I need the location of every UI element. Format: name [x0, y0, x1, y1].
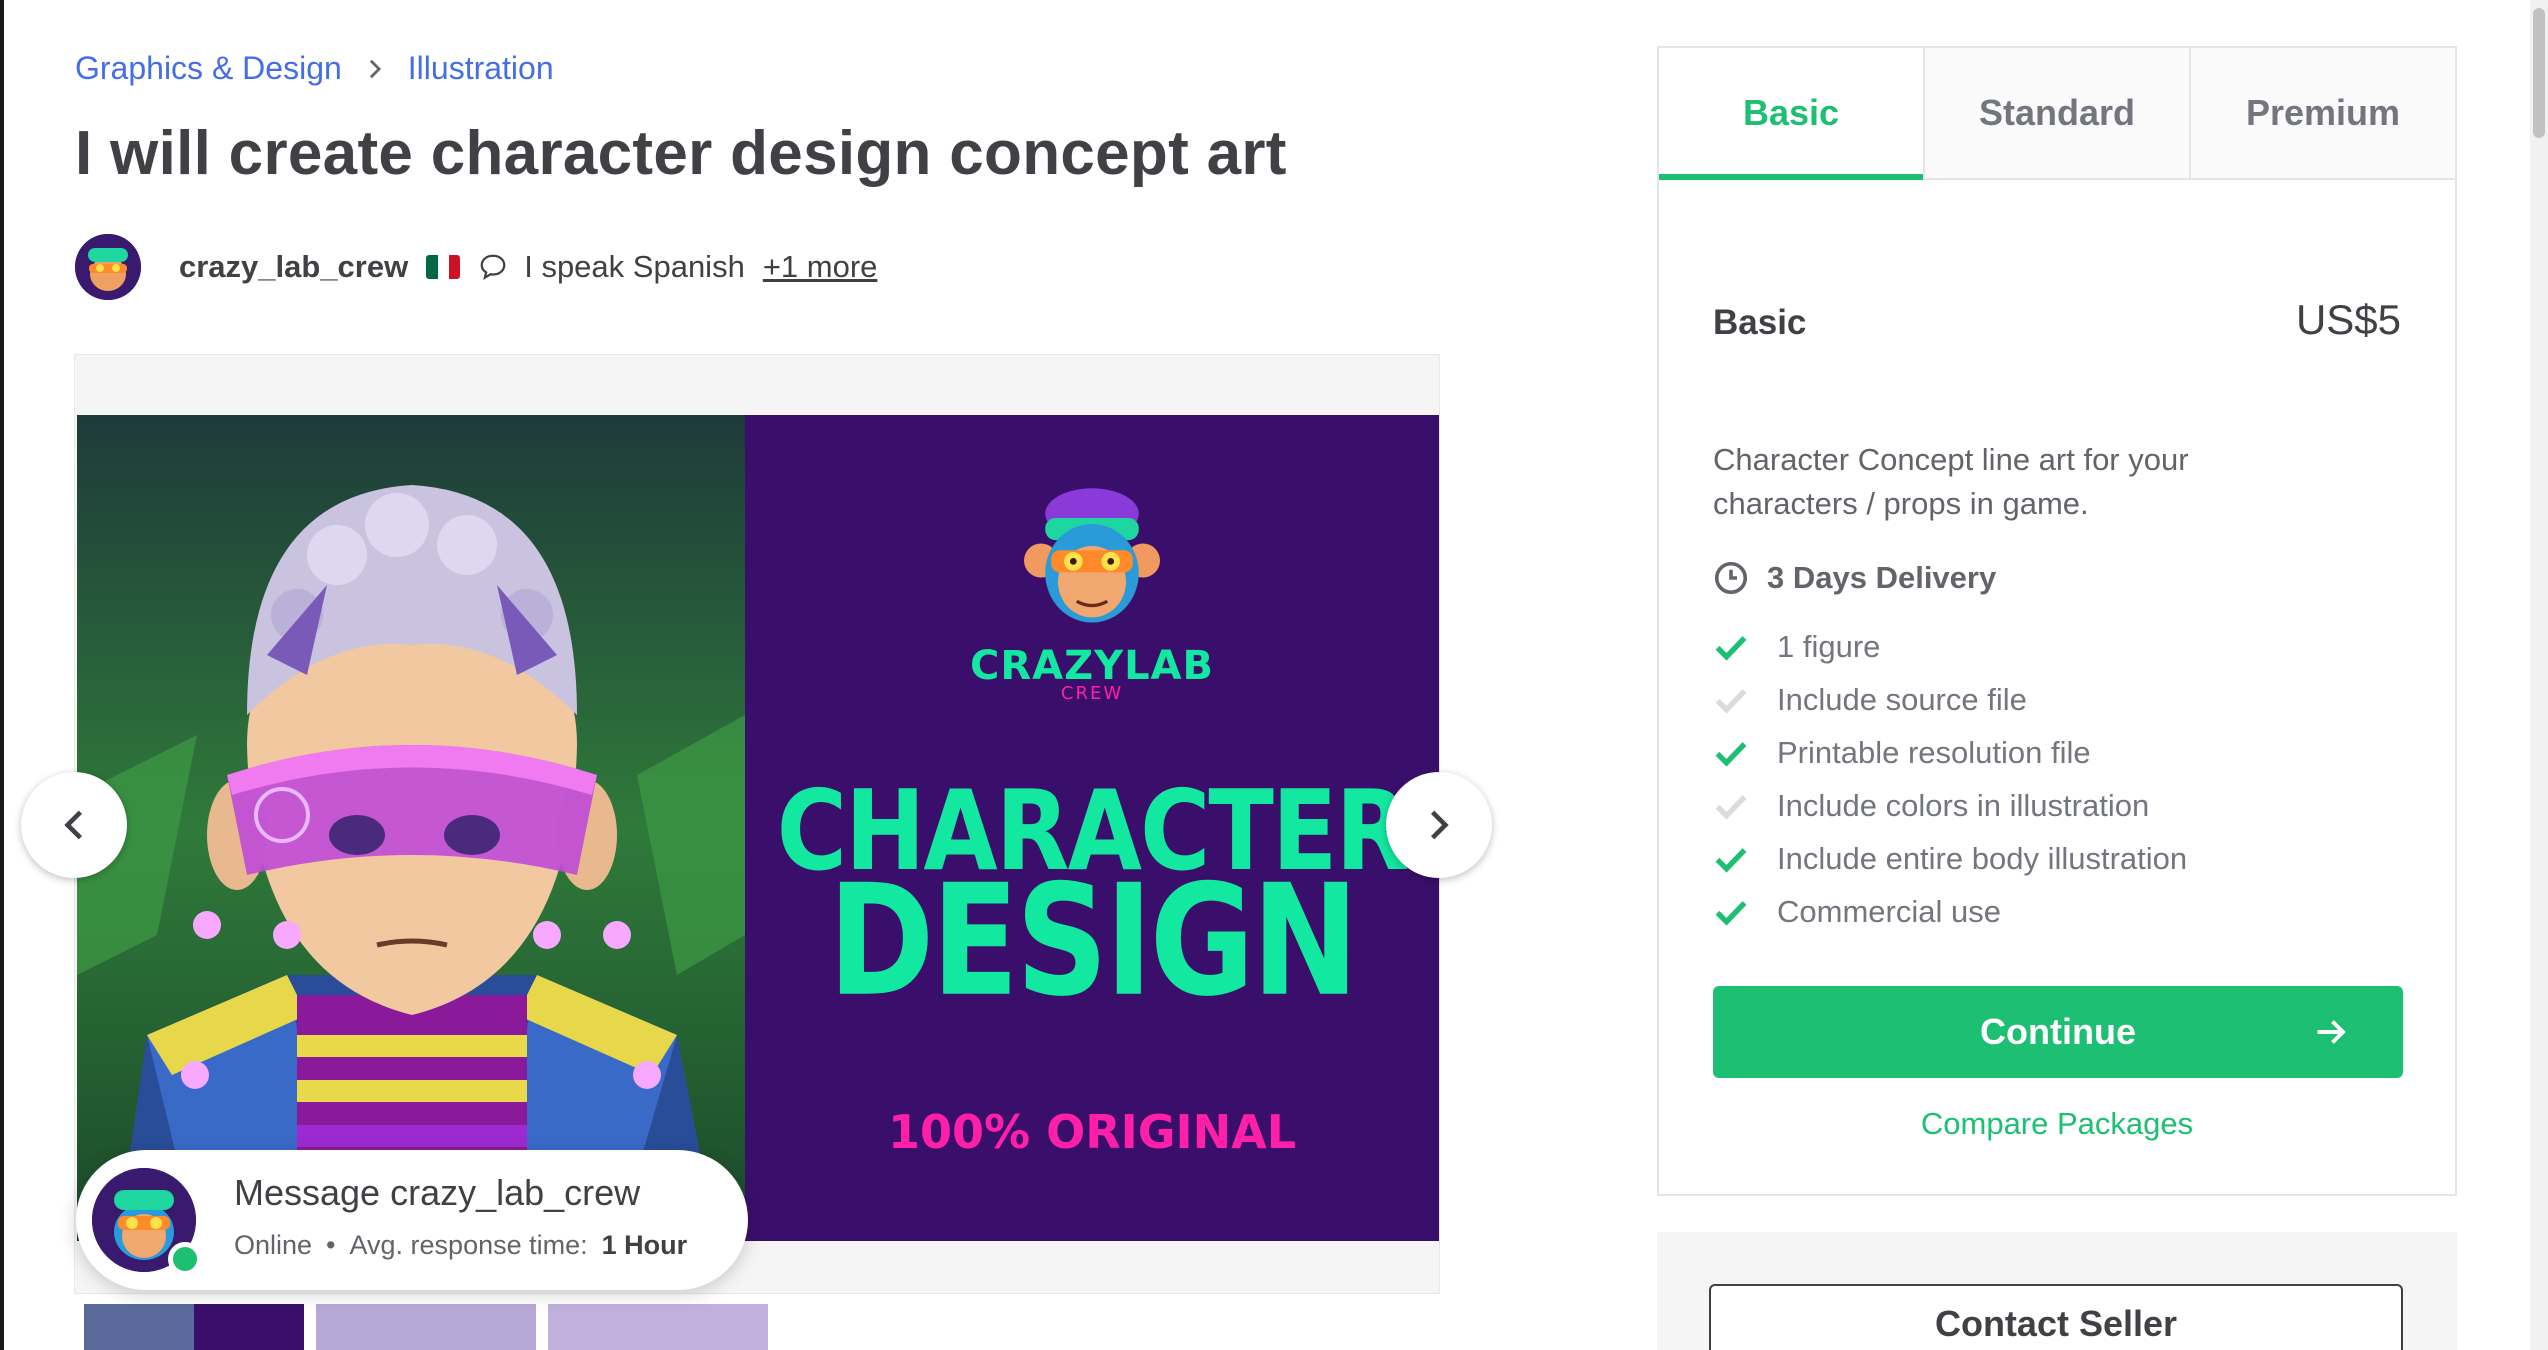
tab-basic[interactable]: Basic — [1659, 48, 1925, 180]
slide-heading-line-2: DESIGN — [828, 852, 1359, 1031]
chevron-left-icon — [64, 810, 83, 840]
package-features: 1 figure Include source file Printable r… — [1713, 620, 2187, 938]
monkey-logo-icon — [1024, 488, 1160, 623]
tab-premium[interactable]: Premium — [2191, 48, 2455, 178]
slide-tagline: 100% ORIGINAL — [887, 1105, 1297, 1159]
response-time-label: Avg. response time: — [349, 1230, 588, 1260]
window-edge — [0, 0, 4, 1350]
more-languages-link[interactable]: +1 more — [763, 249, 878, 285]
contact-seller-button[interactable]: Contact Seller — [1709, 1284, 2403, 1350]
feature-label: 1 figure — [1777, 628, 1881, 664]
feature-item: Include entire body illustration — [1713, 832, 2187, 885]
scrollbar-thumb[interactable] — [2533, 8, 2545, 138]
check-icon — [1715, 688, 1747, 714]
tab-standard[interactable]: Standard — [1925, 48, 2191, 178]
message-title: Message crazy_lab_crew — [234, 1172, 641, 1213]
feature-label: Printable resolution file — [1777, 734, 2091, 770]
separator-dot: • — [326, 1230, 336, 1260]
gallery-next-button[interactable] — [1386, 772, 1492, 878]
continue-button[interactable]: Continue — [1713, 986, 2403, 1078]
gallery-thumbnails — [84, 1304, 768, 1350]
message-seller-bubble[interactable]: Message crazy_lab_crew Online • Avg. res… — [76, 1150, 748, 1290]
chevron-right-icon — [1430, 810, 1449, 840]
response-time-value: 1 Hour — [601, 1230, 688, 1260]
gallery-thumbnail[interactable] — [548, 1304, 768, 1350]
package-panel: Basic Standard Premium Basic US$5 Charac… — [1657, 46, 2457, 1196]
mexico-flag-icon — [426, 255, 461, 279]
contact-section: Contact Seller — [1657, 1232, 2457, 1350]
feature-item: Commercial use — [1713, 885, 2187, 938]
feature-label: Commercial use — [1777, 893, 2001, 929]
delivery-time: 3 Days Delivery — [1713, 560, 1996, 596]
gig-title: I will create character design concept a… — [75, 119, 1287, 188]
speech-bubble-icon — [480, 254, 506, 280]
gallery-prev-button[interactable] — [21, 772, 127, 878]
chevron-right-icon — [369, 59, 381, 78]
breadcrumb: Graphics & Design Illustration — [75, 50, 554, 87]
feature-item: Include colors in illustration — [1713, 779, 2187, 832]
package-name: Basic — [1713, 303, 1807, 342]
check-icon — [1715, 900, 1747, 926]
check-icon — [1715, 741, 1747, 767]
seller-overview: crazy_lab_crew I speak Spanish +1 more — [75, 232, 877, 302]
gallery-thumbnail[interactable] — [316, 1304, 536, 1350]
seller-avatar[interactable] — [75, 234, 141, 300]
compare-packages-link[interactable]: Compare Packages — [1659, 1106, 2455, 1142]
breadcrumb-subcategory-link[interactable]: Illustration — [408, 50, 554, 87]
check-icon — [1715, 794, 1747, 820]
character-illustration — [77, 415, 745, 1241]
message-subtitle: Online • Avg. response time: 1 Hour — [234, 1230, 687, 1261]
feature-item: Include source file — [1713, 673, 2187, 726]
arrow-right-icon — [2317, 1020, 2346, 1044]
feature-item: Printable resolution file — [1713, 726, 2187, 779]
package-description: Character Concept line art for your char… — [1713, 442, 2189, 521]
feature-label: Include colors in illustration — [1777, 787, 2150, 823]
seller-language: I speak Spanish — [524, 249, 745, 284]
breadcrumb-category-link[interactable]: Graphics & Design — [75, 50, 342, 87]
gallery-slide-branding: CRAZYLAB CREW CHARACTER DESIGN 100% ORIG… — [745, 415, 1439, 1241]
online-status-text: Online — [234, 1230, 313, 1260]
seller-username-link[interactable]: crazy_lab_crew — [179, 249, 408, 285]
package-header: Basic US$5 — [1713, 296, 2401, 344]
feature-label: Include entire body illustration — [1777, 840, 2188, 876]
package-price: US$5 — [2295, 296, 2401, 343]
check-icon — [1715, 635, 1747, 661]
check-icon — [1715, 847, 1747, 873]
gallery-slide[interactable]: CRAZYLAB CREW CHARACTER DESIGN 100% ORIG… — [77, 415, 1439, 1241]
continue-label: Continue — [1980, 1011, 2136, 1052]
clock-icon — [1714, 561, 1748, 595]
gallery-thumbnail[interactable] — [84, 1304, 304, 1350]
delivery-label: 3 Days Delivery — [1767, 560, 1997, 595]
feature-label: Include source file — [1777, 681, 2027, 717]
slide-logo-sub: CREW — [1060, 683, 1124, 704]
package-tabs: Basic Standard Premium — [1659, 48, 2455, 180]
page-scrollbar[interactable] — [2530, 0, 2548, 1350]
feature-item: 1 figure — [1713, 620, 2187, 673]
online-status-dot — [168, 1242, 202, 1276]
